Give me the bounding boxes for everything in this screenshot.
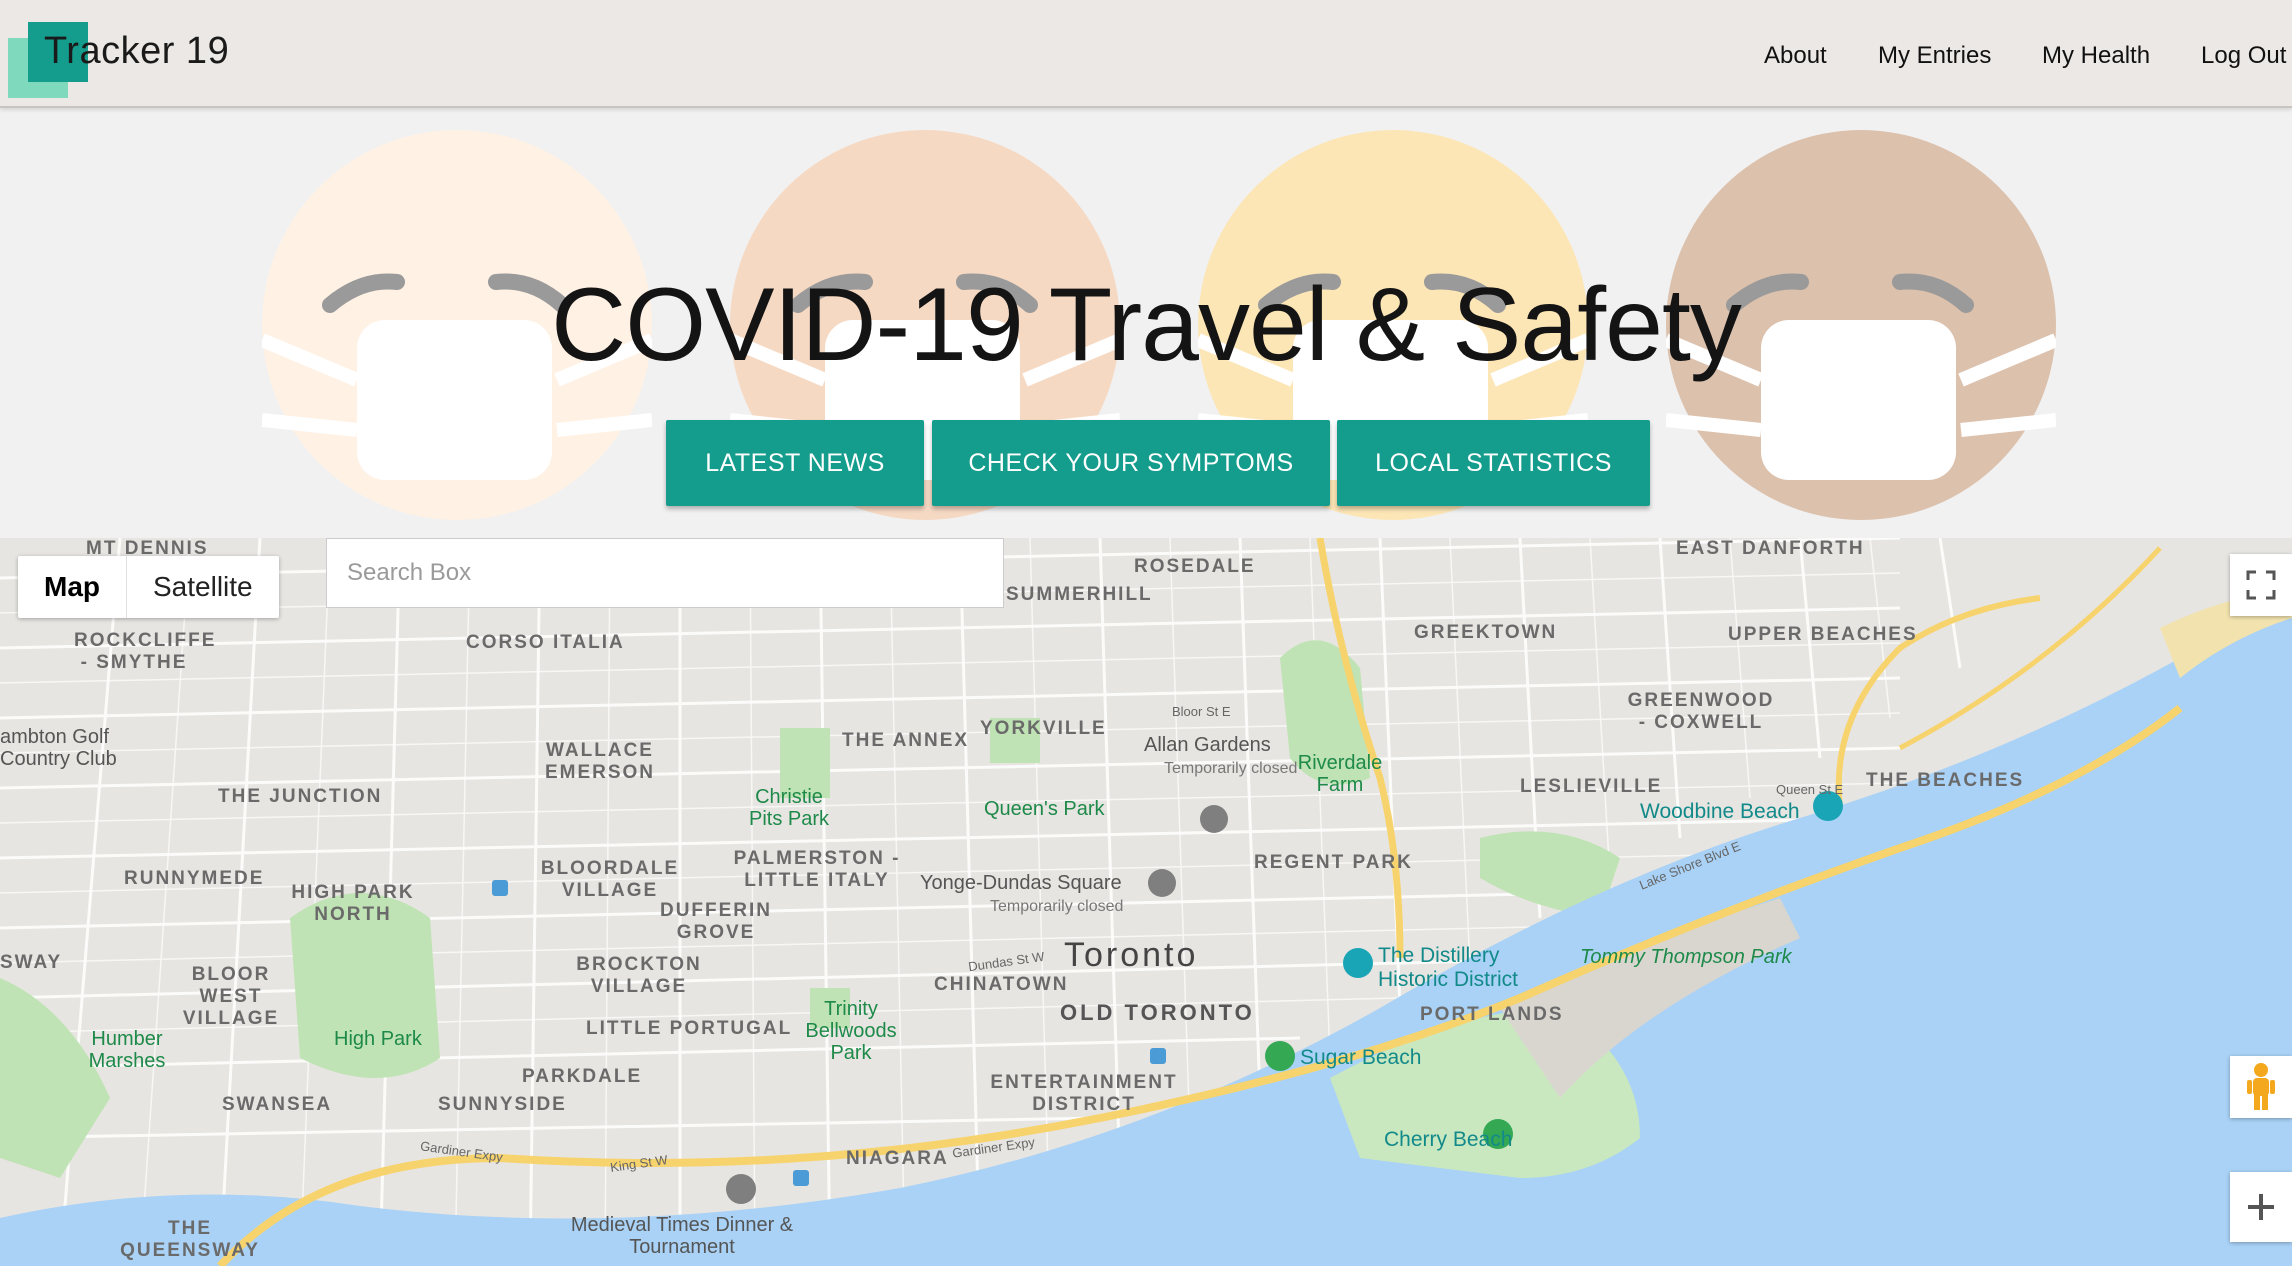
map-label-neighbourhood: GREENWOOD - COXWELL <box>1627 690 1775 733</box>
map-label-poi: Country Club <box>0 748 117 770</box>
map-label-neighbourhood: REGENT PARK <box>1254 852 1413 873</box>
fullscreen-icon <box>2246 570 2276 600</box>
map-label-neighbourhood: ROCKCLIFFE - SMYTHE <box>74 630 217 673</box>
map-label-poi: Medieval Times Dinner & Tournament <box>570 1214 794 1258</box>
map-label-neighbourhood: UPPER BEACHES <box>1728 624 1918 645</box>
check-symptoms-button[interactable]: CHECK YOUR SYMPTOMS <box>932 420 1330 506</box>
plus-icon <box>2248 1194 2274 1220</box>
map-label-park: High Park <box>334 1028 422 1050</box>
map-label-neighbourhood: PARKDALE <box>522 1066 643 1087</box>
poi-marker-icon <box>1148 869 1176 897</box>
map-label-neighbourhood: THE BEACHES <box>1866 770 2025 791</box>
top-navbar: Tracker 19 About My Entries My Health Lo… <box>0 0 2292 108</box>
map-label-neighbourhood: SWANSEA <box>222 1094 333 1115</box>
nav-link-log-out[interactable]: Log Out <box>2201 42 2286 70</box>
map-label-water: Tommy Thompson Park <box>1580 946 1792 968</box>
map-label-neighbourhood: DUFFERIN GROVE <box>659 900 773 943</box>
map-label-neighbourhood: SUMMERHILL <box>1006 584 1153 605</box>
poi-marker-icon <box>1200 805 1228 833</box>
map-label-neighbourhood: BLOORDALE VILLAGE <box>540 858 680 901</box>
map-label-neighbourhood: HIGH PARK NORTH <box>291 882 415 925</box>
map-label-neighbourhood: EAST DANFORTH <box>1676 538 1865 559</box>
pegman-icon <box>2247 1063 2275 1110</box>
attraction-marker-icon <box>1343 948 1373 978</box>
map-label-neighbourhood: YORKVILLE <box>980 718 1107 739</box>
map-label-poi: Woodbine Beach <box>1640 800 1800 823</box>
transit-icon <box>1150 1048 1166 1064</box>
street-view-pegman-button[interactable] <box>2230 1056 2292 1118</box>
map-label-city: Toronto <box>1064 936 1199 974</box>
map-label-neighbourhood: CORSO ITALIA <box>466 632 625 653</box>
map-label-park: Queen's Park <box>984 798 1105 820</box>
map-label-neighbourhood: GREEKTOWN <box>1414 622 1558 643</box>
map-label-park: Riverdale Farm <box>1297 752 1383 796</box>
map-label-neighbourhood: THE ANNEX <box>842 730 970 751</box>
brand-name[interactable]: Tracker 19 <box>44 30 229 73</box>
map-search-input[interactable] <box>326 538 1004 608</box>
brand-logo[interactable]: Tracker 19 <box>8 22 238 102</box>
map-label-neighbourhood: WALLACE EMERSON <box>544 740 656 783</box>
hero-banner: COVID-19 Travel & Safety LATEST NEWS CHE… <box>0 106 2292 538</box>
map-label-poi-status: Temporarily closed <box>1164 760 1298 777</box>
transit-icon <box>492 880 508 896</box>
map-label-poi: Allan Gardens <box>1144 734 1271 756</box>
map-label-road: Bloor St E <box>1172 704 1231 719</box>
map-label-poi: Yonge-Dundas Square <box>920 872 1122 894</box>
map-type-map-button[interactable]: Map <box>18 556 127 618</box>
map-label-poi-status: Temporarily closed <box>990 898 1124 915</box>
map-label-neighbourhood: BROCKTON VILLAGE <box>576 954 702 997</box>
zoom-in-button[interactable] <box>2230 1172 2292 1242</box>
nav-link-my-health[interactable]: My Health <box>2042 42 2150 70</box>
hero-title: COVID-19 Travel & Safety <box>551 267 1742 383</box>
poi-marker-icon <box>726 1174 756 1204</box>
map-label-neighbourhood: PORT LANDS <box>1420 1004 1564 1025</box>
map-type-control: Map Satellite <box>18 556 279 618</box>
map-label-neighbourhood: SUNNYSIDE <box>438 1094 567 1115</box>
map-label-neighbourhood: LITTLE PORTUGAL <box>586 1018 793 1039</box>
map-label-road: Queen St E <box>1776 782 1844 797</box>
map-type-satellite-button[interactable]: Satellite <box>127 556 279 618</box>
map-label-neighbourhood: PALMERSTON - LITTLE ITALY <box>733 848 901 891</box>
map-label-neighbourhood: NIAGARA <box>846 1148 949 1169</box>
google-map[interactable]: MT DENNIS ROSEDALE EAST DANFORTH ROCKCLI… <box>0 538 2292 1266</box>
map-label-neighbourhood: THE QUEENSWAY <box>120 1218 260 1261</box>
map-label-poi: ambton Golf <box>0 726 109 748</box>
map-label-poi: Cherry Beach <box>1384 1128 1513 1151</box>
map-label-neighbourhood: BLOOR WEST VILLAGE <box>182 964 280 1029</box>
map-label-park: Humber Marshes <box>88 1028 166 1072</box>
map-label-park: Christie Pits Park <box>748 786 830 830</box>
nav-link-about[interactable]: About <box>1764 42 1827 70</box>
local-statistics-button[interactable]: LOCAL STATISTICS <box>1337 420 1650 506</box>
map-label-neighbourhood: ROSEDALE <box>1134 556 1256 577</box>
map-label-poi: The Distillery Historic District <box>1378 944 1518 991</box>
map-label-district: OLD TORONTO <box>1060 1000 1255 1025</box>
map-label-poi: Sugar Beach <box>1300 1046 1422 1069</box>
map-label-neighbourhood: SWAY <box>0 952 63 973</box>
nav-link-my-entries[interactable]: My Entries <box>1878 42 1991 70</box>
park-marker-icon <box>1265 1041 1295 1071</box>
map-label-neighbourhood: CHINATOWN <box>934 974 1069 995</box>
latest-news-button[interactable]: LATEST NEWS <box>666 420 924 506</box>
map-label-neighbourhood: THE JUNCTION <box>218 786 383 807</box>
transit-icon <box>793 1170 809 1186</box>
map-label-neighbourhood: RUNNYMEDE <box>124 868 265 889</box>
map-label-neighbourhood: LESLIEVILLE <box>1520 776 1663 797</box>
map-label-neighbourhood: ENTERTAINMENT DISTRICT <box>990 1072 1178 1115</box>
fullscreen-button[interactable] <box>2230 554 2292 616</box>
map-label-park: Trinity Bellwoods Park <box>805 998 897 1064</box>
